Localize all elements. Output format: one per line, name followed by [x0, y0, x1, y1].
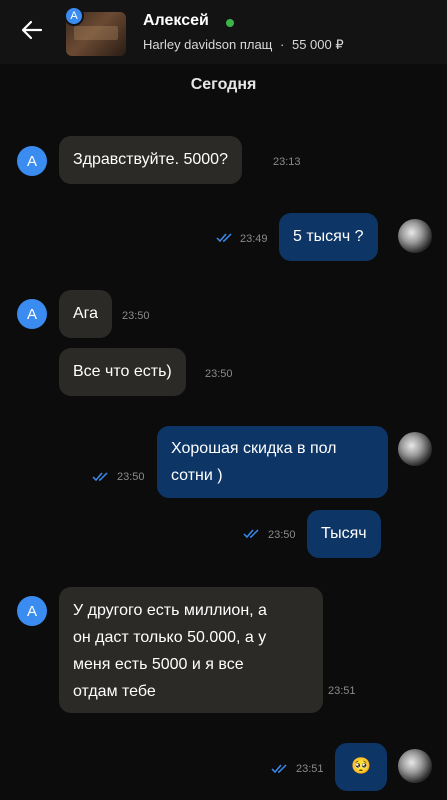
- message-time: 23:50: [205, 368, 233, 380]
- listing-title: Harley davidson плащ: [143, 37, 273, 52]
- read-receipt-icon: [271, 764, 291, 774]
- message-time: 23:13: [273, 156, 301, 168]
- sender-avatar[interactable]: A: [17, 299, 47, 329]
- message-bubble-outgoing[interactable]: Тысяч: [307, 510, 381, 558]
- message-bubble-incoming[interactable]: У другого есть миллион, а он даст только…: [59, 587, 323, 713]
- arrow-left-icon: [21, 20, 43, 45]
- message-text: Ага: [73, 305, 99, 322]
- my-avatar[interactable]: [398, 219, 432, 253]
- my-avatar[interactable]: [398, 432, 432, 466]
- sender-avatar[interactable]: A: [17, 596, 47, 626]
- message-text-line: Хорошая скидка в пол: [171, 440, 337, 457]
- read-receipt-icon: [92, 472, 112, 482]
- listing-info[interactable]: Harley davidson плащ · 55 000 ₽: [143, 37, 344, 53]
- message-time: 23:49: [240, 233, 268, 245]
- chat-header: A Алексей Harley davidson плащ · 55 000 …: [0, 0, 447, 64]
- read-receipt-icon: [216, 233, 236, 243]
- message-text: Здравствуйте. 5000?: [73, 151, 228, 168]
- listing-price: 55 000 ₽: [291, 37, 344, 52]
- message-text: Тысяч: [321, 525, 367, 542]
- message-time: 23:50: [268, 529, 296, 541]
- message-text-line: отдам тебе: [73, 683, 156, 700]
- message-text: 5 тысяч ?: [293, 228, 364, 245]
- contact-avatar[interactable]: A: [64, 6, 84, 26]
- message-text-line: У другого есть миллион, а: [73, 602, 267, 619]
- read-receipt-icon: [243, 529, 263, 539]
- back-button[interactable]: [14, 16, 50, 48]
- message-text-line: меня есть 5000 и я все: [73, 656, 244, 673]
- message-bubble-incoming[interactable]: Здравствуйте. 5000?: [59, 136, 242, 184]
- listing-thumbnail-graphic: [74, 26, 118, 40]
- message-bubble-incoming[interactable]: Все что есть): [59, 348, 186, 396]
- message-time: 23:51: [296, 763, 324, 775]
- message-text-line: сотни ): [171, 467, 223, 484]
- message-bubble-outgoing[interactable]: 🥺: [335, 743, 387, 791]
- message-time: 23:51: [328, 685, 356, 697]
- message-text-line: он даст только 50.000, а у: [73, 629, 267, 646]
- my-avatar[interactable]: [398, 749, 432, 783]
- message-bubble-outgoing[interactable]: Хорошая скидка в пол сотни ): [157, 426, 388, 498]
- message-time: 23:50: [117, 471, 145, 483]
- message-text: Все что есть): [73, 363, 172, 380]
- listing-separator: ·: [280, 37, 285, 52]
- contact-name[interactable]: Алексей: [143, 12, 209, 30]
- online-status-icon: [226, 19, 234, 27]
- message-bubble-outgoing[interactable]: 5 тысяч ?: [279, 213, 378, 261]
- date-separator: Сегодня: [190, 76, 257, 93]
- message-time: 23:50: [122, 310, 150, 322]
- message-bubble-incoming[interactable]: Ага: [59, 290, 113, 338]
- sender-avatar[interactable]: A: [17, 146, 47, 176]
- pleading-face-emoji-icon: 🥺: [351, 758, 371, 775]
